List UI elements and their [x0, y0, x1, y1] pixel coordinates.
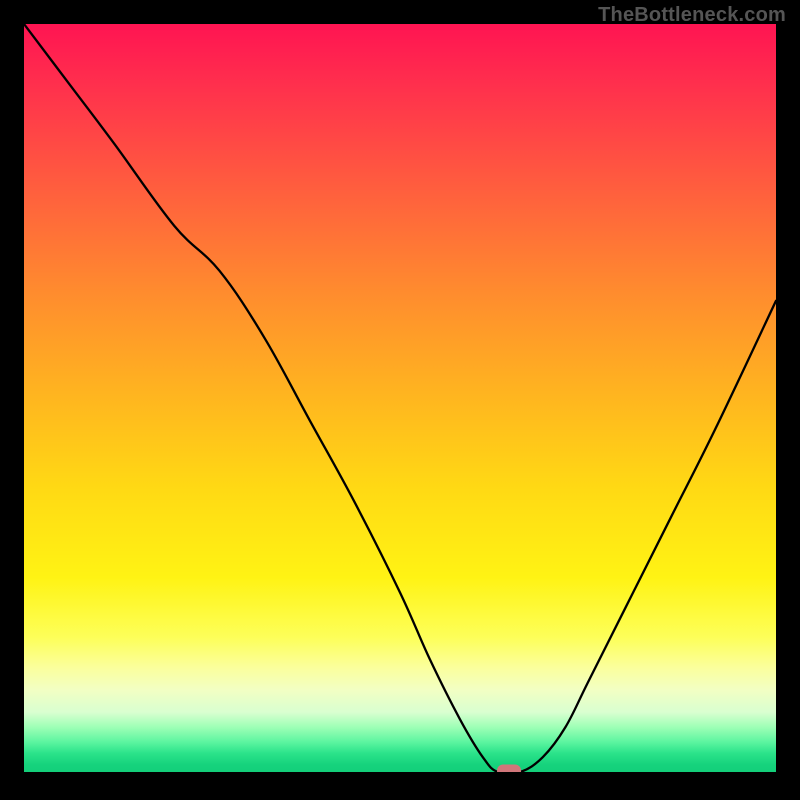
chart-svg [24, 24, 776, 772]
bottleneck-curve [24, 24, 776, 772]
chart-frame [24, 24, 776, 772]
watermark-text: TheBottleneck.com [598, 4, 786, 27]
optimal-marker [497, 765, 521, 773]
